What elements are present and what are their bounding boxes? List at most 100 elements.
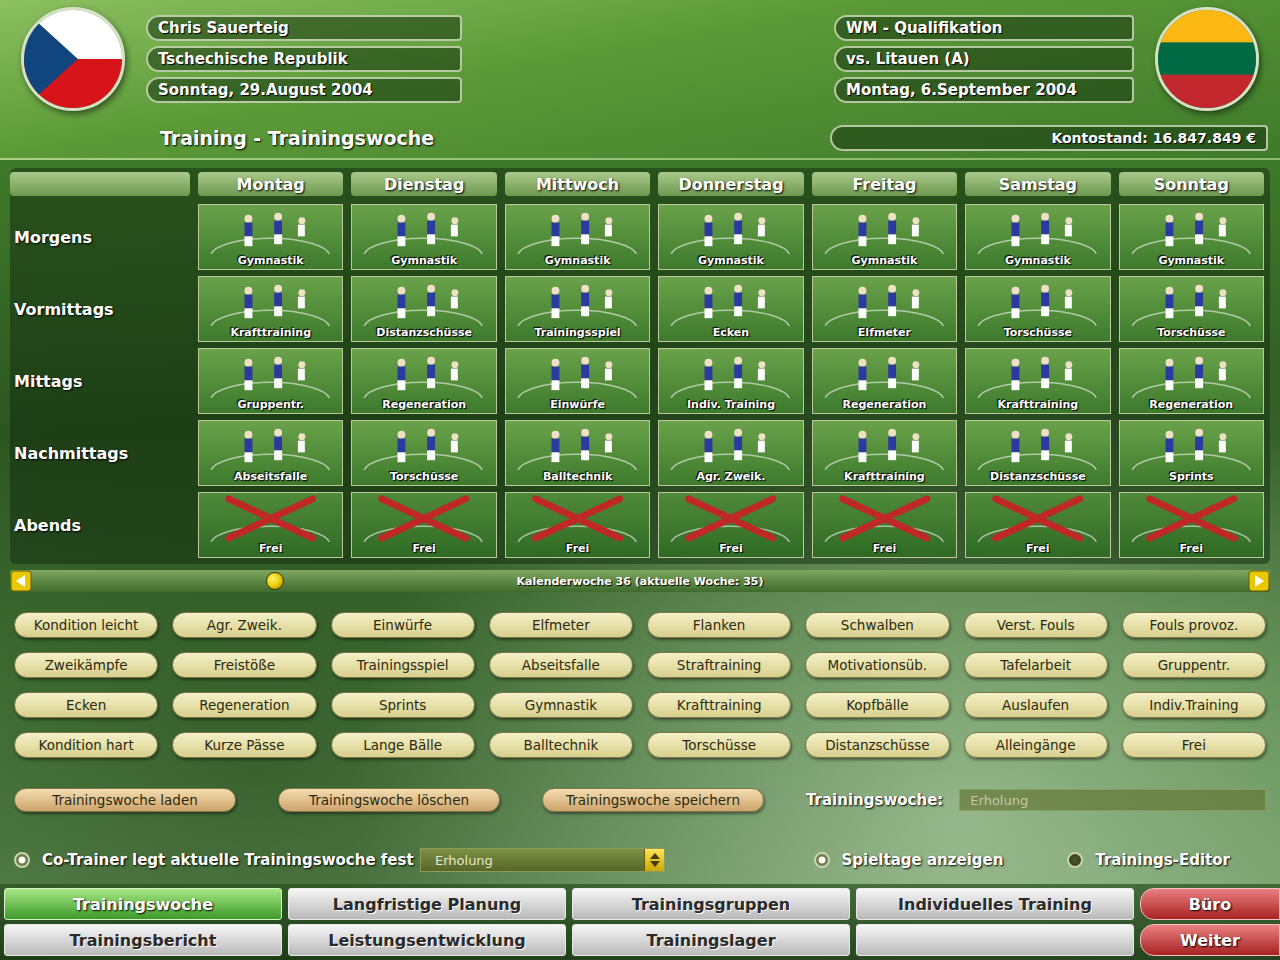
- week-action-button[interactable]: Trainingswoche speichern: [542, 788, 764, 812]
- match-competition: WM - Qualifikation: [834, 15, 1134, 41]
- drill-button[interactable]: Auslaufen: [964, 692, 1108, 718]
- schedule-cell[interactable]: Trainingsspiel: [505, 276, 650, 342]
- previous-week-icon[interactable]: [10, 570, 32, 592]
- schedule-cell[interactable]: Frei: [505, 492, 650, 558]
- schedule-cell[interactable]: Distanzschüsse: [351, 276, 496, 342]
- drill-button[interactable]: Einwürfe: [331, 612, 475, 638]
- drill-button[interactable]: Motivationsüb.: [805, 652, 949, 678]
- schedule-cell[interactable]: Gymnastik: [505, 204, 650, 270]
- nav-exit-button[interactable]: Büro: [1140, 888, 1280, 920]
- schedule-cell[interactable]: Frei: [1119, 492, 1264, 558]
- drill-button[interactable]: Schwalben: [805, 612, 949, 638]
- drill-button[interactable]: Freistöße: [172, 652, 316, 678]
- schedule-cell[interactable]: Frei: [198, 492, 343, 558]
- schedule-cell[interactable]: Krafttraining: [965, 348, 1110, 414]
- drill-button[interactable]: Sprints: [331, 692, 475, 718]
- schedule-cell[interactable]: Regeneration: [1119, 348, 1264, 414]
- nav-tab[interactable]: Trainingswoche: [4, 888, 282, 920]
- drill-button[interactable]: Kopfbälle: [805, 692, 949, 718]
- drill-button[interactable]: Krafttraining: [647, 692, 791, 718]
- schedule-cell[interactable]: Abseitsfalle: [198, 420, 343, 486]
- week-marker[interactable]: [266, 572, 284, 590]
- nav-tab[interactable]: Trainingslager: [572, 924, 850, 956]
- nav-tab[interactable]: Individuelles Training: [856, 888, 1134, 920]
- drill-button[interactable]: Flanken: [647, 612, 791, 638]
- schedule-cell[interactable]: Frei: [812, 492, 957, 558]
- schedule-cell[interactable]: Indiv. Training: [658, 348, 803, 414]
- schedule-cell[interactable]: Gymnastik: [198, 204, 343, 270]
- drill-button[interactable]: Gymnastik: [489, 692, 633, 718]
- schedule-cell[interactable]: Gymnastik: [965, 204, 1110, 270]
- schedule-cell[interactable]: Torschüsse: [351, 420, 496, 486]
- schedule-cell[interactable]: Frei: [965, 492, 1110, 558]
- schedule-cell[interactable]: Gymnastik: [1119, 204, 1264, 270]
- nav-tab[interactable]: Leistungsentwicklung: [288, 924, 566, 956]
- schedule-cell[interactable]: Regeneration: [351, 348, 496, 414]
- schedule-cell[interactable]: Gymnastik: [351, 204, 496, 270]
- schedule-cell[interactable]: Torschüsse: [965, 276, 1110, 342]
- drill-button[interactable]: Balltechnik: [489, 732, 633, 758]
- slot-label: Morgens: [10, 228, 190, 247]
- drill-button[interactable]: Kondition hart: [14, 732, 158, 758]
- schedule-cell[interactable]: Krafttraining: [198, 276, 343, 342]
- schedule-cell[interactable]: Ecken: [658, 276, 803, 342]
- drill-button[interactable]: Indiv.Training: [1122, 692, 1266, 718]
- drill-button[interactable]: Straftraining: [647, 652, 791, 678]
- schedule-cell[interactable]: Distanzschüsse: [965, 420, 1110, 486]
- drill-button[interactable]: Torschüsse: [647, 732, 791, 758]
- toggle-option[interactable]: Trainings-Editor: [1067, 851, 1230, 869]
- drill-button[interactable]: Kondition leicht: [14, 612, 158, 638]
- next-week-icon[interactable]: [1248, 570, 1270, 592]
- drill-buttons: Kondition leicht Agr. Zweik. Einwürfe Elfme…: [14, 612, 1266, 758]
- drill-button[interactable]: Zweikämpfe: [14, 652, 158, 678]
- schedule-cell[interactable]: Sprints: [1119, 420, 1264, 486]
- drill-button[interactable]: Elfmeter: [489, 612, 633, 638]
- co-trainer-option[interactable]: Co-Trainer legt aktuelle Trainingswoche …: [14, 851, 420, 869]
- schedule-cell[interactable]: Regeneration: [812, 348, 957, 414]
- schedule-cell[interactable]: Elfmeter: [812, 276, 957, 342]
- drill-button[interactable]: Abseitsfalle: [489, 652, 633, 678]
- drill-button[interactable]: Trainingsspiel: [331, 652, 475, 678]
- cell-label: Krafttraining: [813, 470, 956, 485]
- schedule-cell[interactable]: Einwürfe: [505, 348, 650, 414]
- cell-label: Gymnastik: [659, 254, 802, 269]
- preset-arrow[interactable]: [644, 849, 664, 871]
- drill-button[interactable]: Distanzschüsse: [805, 732, 949, 758]
- drill-button[interactable]: Tafelarbeit: [964, 652, 1108, 678]
- schedule-cell[interactable]: Frei: [658, 492, 803, 558]
- nav-tab[interactable]: Trainingsbericht: [4, 924, 282, 956]
- nav-exit-button[interactable]: Weiter: [1140, 924, 1280, 956]
- home-flag: [0, 7, 146, 111]
- schedule-cell[interactable]: Krafttraining: [812, 420, 957, 486]
- drill-button[interactable]: Ecken: [14, 692, 158, 718]
- cell-label: Ecken: [659, 326, 802, 341]
- calendar-track[interactable]: Kalenderwoche 36 (aktuelle Woche: 35): [32, 570, 1248, 592]
- nav-tab[interactable]: Trainingsgruppen: [572, 888, 850, 920]
- drill-button[interactable]: Fouls provoz.: [1122, 612, 1266, 638]
- week-action-button[interactable]: Trainingswoche löschen: [278, 788, 500, 812]
- schedule-cell[interactable]: Torschüsse: [1119, 276, 1264, 342]
- drill-button[interactable]: Alleingänge: [964, 732, 1108, 758]
- drill-button[interactable]: Frei: [1122, 732, 1266, 758]
- drill-button[interactable]: Kurze Pässe: [172, 732, 316, 758]
- training-picture-icon: [966, 349, 1109, 398]
- toggle-radio[interactable]: [814, 852, 830, 868]
- drill-button[interactable]: Verst. Fouls: [964, 612, 1108, 638]
- preset-dropdown[interactable]: Erholung: [420, 848, 665, 872]
- drill-button[interactable]: Lange Bälle: [331, 732, 475, 758]
- schedule-cell[interactable]: Agr. Zweik.: [658, 420, 803, 486]
- nav-tab[interactable]: Langfristige Planung: [288, 888, 566, 920]
- co-trainer-radio[interactable]: [14, 852, 30, 868]
- week-action-button[interactable]: Trainingswoche laden: [14, 788, 236, 812]
- schedule-cell[interactable]: Gruppentr.: [198, 348, 343, 414]
- schedule-cell[interactable]: Gymnastik: [658, 204, 803, 270]
- slot-label: Mittags: [10, 372, 190, 391]
- schedule-cell[interactable]: Frei: [351, 492, 496, 558]
- schedule-cell[interactable]: Gymnastik: [812, 204, 957, 270]
- drill-button[interactable]: Agr. Zweik.: [172, 612, 316, 638]
- toggle-option[interactable]: Spieltage anzeigen: [814, 851, 1004, 869]
- drill-button[interactable]: Regeneration: [172, 692, 316, 718]
- toggle-radio[interactable]: [1067, 852, 1083, 868]
- drill-button[interactable]: Gruppentr.: [1122, 652, 1266, 678]
- schedule-cell[interactable]: Balltechnik: [505, 420, 650, 486]
